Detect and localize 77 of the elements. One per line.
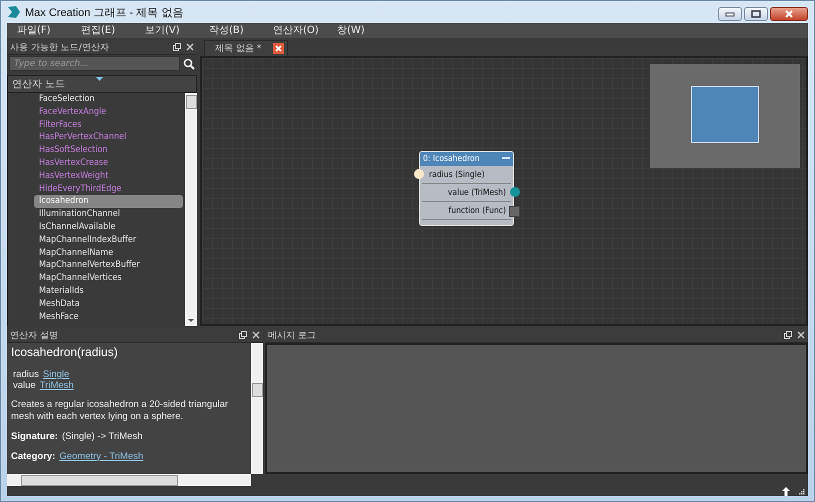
scrollbar[interactable] <box>185 93 197 326</box>
close-button[interactable] <box>770 7 808 21</box>
graph-canvas[interactable]: 0: Icosahedron radius (Single) value (TriMesh) function (Func) <box>200 56 808 326</box>
node-list-item[interactable]: MapChannelName <box>36 246 185 260</box>
description-text: Creates a regular icosahedron a 20-sided triangular mesh with each vertex lying on a sphere. <box>11 399 230 423</box>
node-list-item[interactable]: MeshFace <box>36 310 185 324</box>
panel-title: 연산자 설명 <box>10 330 58 342</box>
scroll-thumb[interactable] <box>186 95 197 109</box>
type-link[interactable]: Single <box>42 369 70 380</box>
horizontal-scrollbar[interactable] <box>7 474 251 486</box>
search-field[interactable]: Type to search... <box>9 56 180 71</box>
node-list-item[interactable]: Icosahedron <box>34 195 183 208</box>
close-icon[interactable] <box>797 331 805 339</box>
node-title: 0: Icosahedron <box>423 154 480 164</box>
window-title: Max Creation 그래프 - 제목 없음 <box>25 6 184 20</box>
close-icon <box>784 10 794 18</box>
arrow-up-icon[interactable] <box>782 486 790 496</box>
float-icon[interactable] <box>173 43 181 51</box>
app-logo-icon <box>7 5 21 19</box>
panel-title: 메시지 로그 <box>268 330 316 342</box>
node-list-item[interactable]: FilterFaces <box>36 118 185 132</box>
node-list-item[interactable]: MaterialIds <box>36 284 185 298</box>
input-port[interactable] <box>414 169 424 179</box>
group-header[interactable]: 연산자 노드 <box>7 75 197 93</box>
close-icon[interactable] <box>252 331 260 339</box>
maximize-button[interactable] <box>744 7 768 21</box>
float-icon[interactable] <box>784 331 792 339</box>
signature-value: (Single) -> TriMesh <box>62 430 142 442</box>
node-list-item[interactable]: HasSoftSelection <box>36 144 185 157</box>
menu-item[interactable]: 파일(F) <box>17 23 81 38</box>
collapse-icon[interactable] <box>502 157 510 161</box>
minimize-button[interactable] <box>718 7 742 21</box>
caret-icon <box>96 77 103 81</box>
search-icon[interactable] <box>183 58 195 70</box>
node-list-item[interactable]: IsChannelAvailable <box>36 220 185 234</box>
group-title: 연산자 노드 <box>12 78 66 91</box>
node-list-item[interactable]: MapChannelVertexBuffer <box>36 259 185 272</box>
node-list-item[interactable]: MeshData <box>36 298 185 311</box>
node-list-item[interactable]: HasPerVertexChannel <box>36 131 185 144</box>
maximize-icon <box>751 10 761 18</box>
float-icon[interactable] <box>239 331 247 339</box>
menu-item[interactable]: 연산자(O) <box>273 23 337 38</box>
node-list-item[interactable]: MapChannelIndexBuffer <box>36 234 185 247</box>
menu-item[interactable]: 편집(E) <box>81 23 145 38</box>
node-list-item[interactable]: FaceSelection <box>36 93 185 106</box>
type-link[interactable]: TriMesh <box>40 380 74 391</box>
port-label: radius (Single) <box>429 170 485 180</box>
document-tab[interactable]: 제목 없음 * <box>204 40 288 56</box>
operator-signature: Icosahedron(radius) <box>11 345 119 359</box>
category-label: Category: <box>11 450 56 462</box>
node-list-item[interactable]: FaceVertexAngle <box>36 106 185 119</box>
scrollbar[interactable] <box>251 343 263 474</box>
param-name: radius <box>13 369 39 380</box>
port-label: function (Func) <box>448 206 506 216</box>
node-list-item[interactable]: HasVertexWeight <box>36 170 185 183</box>
scroll-down-icon[interactable] <box>188 319 194 323</box>
minimize-icon <box>725 11 735 17</box>
panel-title: 사용 가능한 노드/연산자 <box>10 42 109 54</box>
node-list-item[interactable]: HideEveryThirdEdge <box>36 182 185 196</box>
menu-item[interactable]: 보기(V) <box>145 23 209 38</box>
node-list-item[interactable]: HasVertexCrease <box>36 156 185 170</box>
close-icon[interactable] <box>186 43 194 51</box>
category-link[interactable]: Geometry - TriMesh <box>59 450 144 462</box>
signature-label: Signature: <box>11 430 58 442</box>
scroll-thumb[interactable] <box>252 383 263 397</box>
resize-grip-icon[interactable] <box>798 488 805 494</box>
menu-item[interactable]: 창(W) <box>337 23 401 38</box>
node-list-item[interactable]: MapChannelVertices <box>36 272 185 285</box>
tab-label: 제목 없음 * <box>215 43 262 55</box>
close-icon[interactable] <box>273 43 284 54</box>
scroll-thumb[interactable] <box>21 475 178 486</box>
port-label: value (TriMesh) <box>448 188 506 198</box>
param-name: value <box>13 380 36 391</box>
minimap-viewport[interactable] <box>691 86 759 143</box>
menu-item[interactable]: 작성(B) <box>209 23 273 38</box>
node-list-item[interactable]: IlluminationChannel <box>36 208 185 221</box>
output-port[interactable] <box>510 187 520 197</box>
